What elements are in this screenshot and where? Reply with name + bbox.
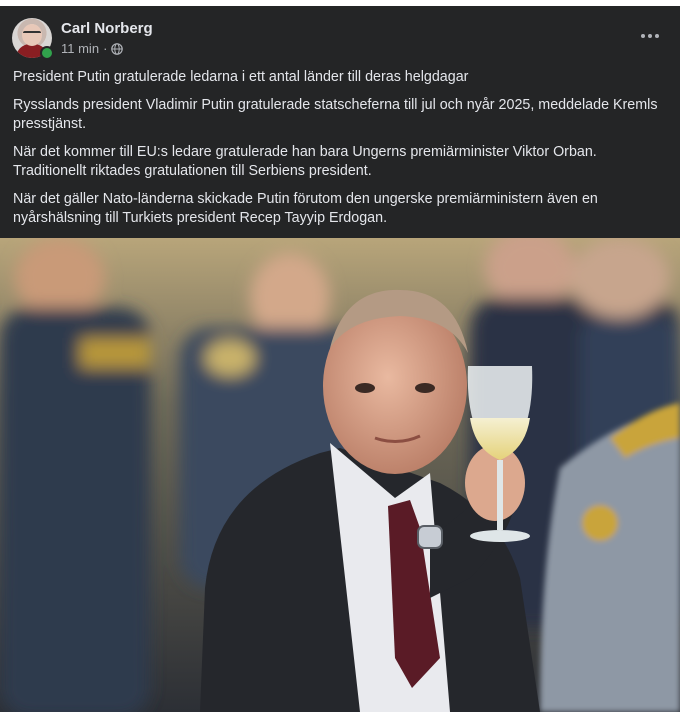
post-text: President Putin gratulerade ledarna i et… bbox=[13, 68, 667, 237]
post-paragraph-1: President Putin gratulerade ledarna i et… bbox=[13, 69, 469, 85]
post-paragraph-4: När det gäller Nato-länderna skickade Pu… bbox=[13, 191, 598, 226]
more-horizontal-icon bbox=[641, 34, 659, 38]
more-options-button[interactable] bbox=[632, 22, 668, 50]
globe-icon[interactable] bbox=[111, 42, 124, 55]
author-name[interactable]: Carl Norberg bbox=[61, 20, 153, 37]
post-photo[interactable] bbox=[0, 238, 680, 712]
photo-illustration bbox=[0, 238, 680, 712]
avatar-glasses bbox=[23, 31, 41, 37]
post-paragraph-3: När det kommer till EU:s ledare gratuler… bbox=[13, 144, 597, 179]
watch bbox=[417, 525, 443, 549]
online-status-dot bbox=[40, 46, 54, 60]
post-paragraph-2: Rysslands president Vladimir Putin gratu… bbox=[13, 97, 658, 132]
post-header: Carl Norberg 11 min · bbox=[0, 6, 680, 64]
post-meta: 11 min · bbox=[61, 41, 124, 56]
post-timestamp[interactable]: 11 min bbox=[61, 41, 99, 56]
facebook-post: Carl Norberg 11 min · President Putin gr… bbox=[0, 0, 680, 712]
meta-separator: · bbox=[103, 41, 108, 56]
